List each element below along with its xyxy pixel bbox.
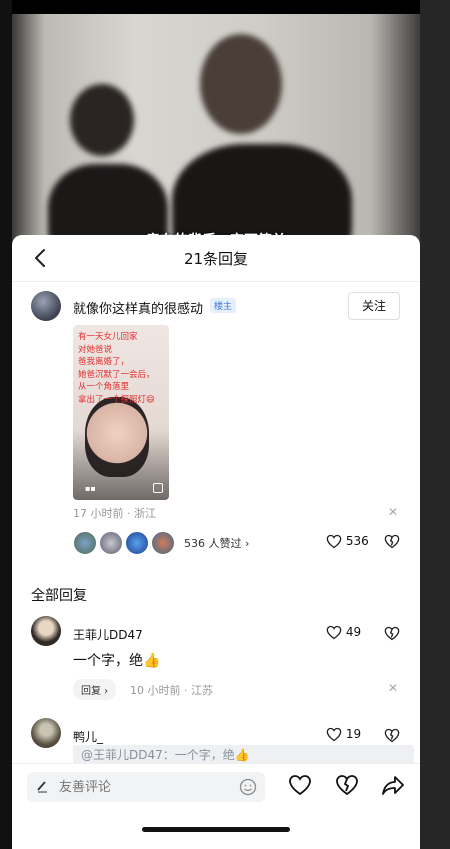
follow-button[interactable]: 关注 bbox=[348, 292, 400, 320]
home-indicator bbox=[142, 827, 290, 832]
phone-screen: 房东的背后一定不简单 21条回复 就像你这样真的很感动 楼主 关注 有一天女儿回… bbox=[12, 0, 420, 849]
avatar bbox=[125, 531, 149, 555]
reply-text: 一个字，绝👍 bbox=[73, 653, 161, 669]
reply-sheet: 21条回复 就像你这样真的很感动 楼主 关注 有一天女儿回家 对她爸说 爸我离婚… bbox=[12, 235, 420, 849]
comment-meta: 17 小时前 · 浙江 bbox=[73, 507, 156, 520]
image-caption-line: 对她爸说 bbox=[78, 344, 113, 355]
comment-image[interactable]: 有一天女儿回家 对她爸说 爸我离婚了， 她爸沉默了一会后， 从一个角落里 拿出了… bbox=[73, 325, 169, 500]
heart-icon bbox=[326, 534, 342, 549]
dislike-icon[interactable] bbox=[384, 534, 400, 549]
dislike-icon[interactable] bbox=[384, 728, 400, 743]
reply-meta: 10 小时前 · 江苏 bbox=[130, 684, 213, 697]
reply-author-name[interactable]: 鸭儿_ bbox=[73, 728, 103, 745]
dislike-icon[interactable] bbox=[335, 773, 359, 797]
avatar[interactable] bbox=[31, 718, 61, 748]
like-button[interactable]: 19 bbox=[326, 727, 361, 742]
image-caption-line: 拿出了一个探照灯😄 bbox=[78, 394, 155, 405]
avatar bbox=[151, 531, 175, 555]
share-icon[interactable] bbox=[381, 773, 405, 797]
sheet-header: 21条回复 bbox=[12, 235, 420, 282]
heart-icon bbox=[326, 625, 342, 640]
image-caption-line: 有一天女儿回家 bbox=[78, 332, 138, 342]
image-face bbox=[85, 397, 149, 477]
image-caption-line: 她爸沉默了一会后， bbox=[78, 369, 155, 380]
avatar bbox=[99, 531, 123, 555]
close-icon[interactable]: ✕ bbox=[388, 505, 398, 519]
heart-icon[interactable] bbox=[288, 773, 312, 797]
close-icon[interactable]: ✕ bbox=[388, 681, 398, 695]
reply-button[interactable]: 回复 › bbox=[73, 679, 117, 700]
pen-icon bbox=[37, 781, 47, 793]
emoji-icon[interactable] bbox=[239, 778, 257, 796]
sheet-title: 21条回复 bbox=[183, 250, 249, 268]
owner-badge: 楼主 bbox=[210, 298, 237, 313]
like-count: 49 bbox=[345, 625, 362, 639]
quoted-reply: @王菲儿DD47：一个字，绝👍 bbox=[73, 745, 414, 765]
liked-count[interactable]: 536 人赞过 › bbox=[184, 535, 249, 551]
avatar[interactable] bbox=[31, 616, 61, 646]
image-dots: ▪▪ bbox=[85, 484, 96, 493]
left-frame bbox=[0, 0, 12, 849]
avatar[interactable] bbox=[31, 291, 61, 321]
heart-icon bbox=[326, 727, 342, 742]
video-player[interactable]: 房东的背后一定不简单 bbox=[12, 14, 420, 244]
video-person-right-body bbox=[172, 144, 352, 244]
section-title: 全部回复 bbox=[31, 588, 87, 604]
main-comment-text: 就像你这样真的很感动 bbox=[73, 302, 204, 317]
comment-input-box[interactable] bbox=[27, 772, 265, 802]
image-caption-line: 从一个角落里 bbox=[78, 382, 130, 392]
comment-input[interactable] bbox=[57, 779, 231, 796]
like-count: 19 bbox=[345, 727, 362, 741]
video-person-right bbox=[200, 34, 282, 134]
reply-author-name[interactable]: 王菲儿DD47 bbox=[73, 626, 143, 643]
expand-icon bbox=[153, 483, 163, 493]
image-caption: 有一天女儿回家 对她爸说 爸我离婚了， 她爸沉默了一会后， 从一个角落里 拿出了… bbox=[78, 331, 166, 406]
bottom-bar bbox=[12, 763, 420, 849]
right-frame bbox=[420, 0, 450, 849]
avatar bbox=[73, 531, 97, 555]
like-count: 536 bbox=[345, 534, 369, 548]
like-button[interactable]: 536 bbox=[326, 534, 369, 549]
video-person-left bbox=[70, 84, 134, 156]
image-caption-line: 爸我离婚了， bbox=[78, 357, 130, 367]
dislike-icon[interactable] bbox=[384, 626, 400, 641]
like-button[interactable]: 49 bbox=[326, 625, 361, 640]
